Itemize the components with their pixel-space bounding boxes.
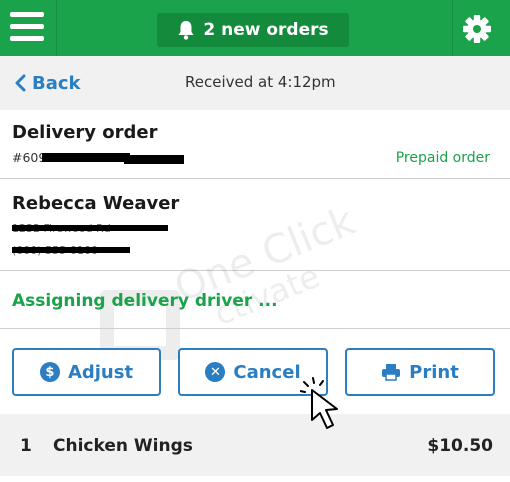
back-row: Back Received at 4:12pm — [0, 56, 510, 110]
cancel-label: Cancel — [233, 361, 301, 383]
new-orders-label: 2 new orders — [203, 20, 329, 40]
redaction-bar — [12, 247, 130, 253]
hamburger-menu-icon[interactable] — [10, 12, 44, 44]
back-button[interactable]: Back — [14, 70, 81, 96]
click-cursor-icon — [300, 377, 338, 429]
customer-phone: (000) 555-0100 — [12, 242, 130, 256]
divider — [0, 178, 510, 179]
driver-status: Assigning delivery driver ... — [12, 291, 278, 311]
print-label: Print — [409, 361, 459, 383]
redaction-bar — [42, 153, 130, 162]
print-button[interactable]: Print — [345, 348, 495, 396]
back-label: Back — [32, 72, 81, 94]
bell-icon — [178, 21, 194, 40]
order-type: Delivery order — [12, 122, 158, 143]
dollar-icon: $ — [39, 362, 60, 382]
order-number: #6090743?-3?8 — [12, 150, 184, 165]
divider — [0, 328, 510, 329]
adjust-label: Adjust — [67, 361, 134, 383]
chevron-left-icon — [15, 74, 26, 92]
received-time: Received at 4:12pm — [185, 73, 336, 91]
redaction-bar — [12, 225, 168, 231]
top-bar: 2 new orders — [0, 0, 510, 56]
divider — [56, 0, 57, 56]
item-quantity: 1 — [20, 436, 32, 456]
payment-status: Prepaid order — [395, 150, 490, 166]
customer-address: 1232 Firewood Rd — [12, 220, 168, 234]
item-name: Chicken Wings — [53, 436, 193, 456]
new-orders-button[interactable]: 2 new orders — [157, 13, 349, 47]
redaction-bar — [124, 155, 184, 164]
divider — [452, 0, 453, 56]
printer-icon — [382, 364, 401, 381]
item-price: $10.50 — [427, 436, 493, 456]
order-section: Delivery order #6090743?-3?8 Prepaid ord… — [0, 110, 510, 178]
close-circle-icon: ✕ — [205, 362, 226, 382]
gear-icon[interactable] — [462, 14, 492, 44]
adjust-button[interactable]: $ Adjust — [12, 348, 161, 396]
list-item[interactable]: 1 Chicken Wings $10.50 — [0, 414, 510, 476]
customer-name: Rebecca Weaver — [12, 193, 180, 214]
